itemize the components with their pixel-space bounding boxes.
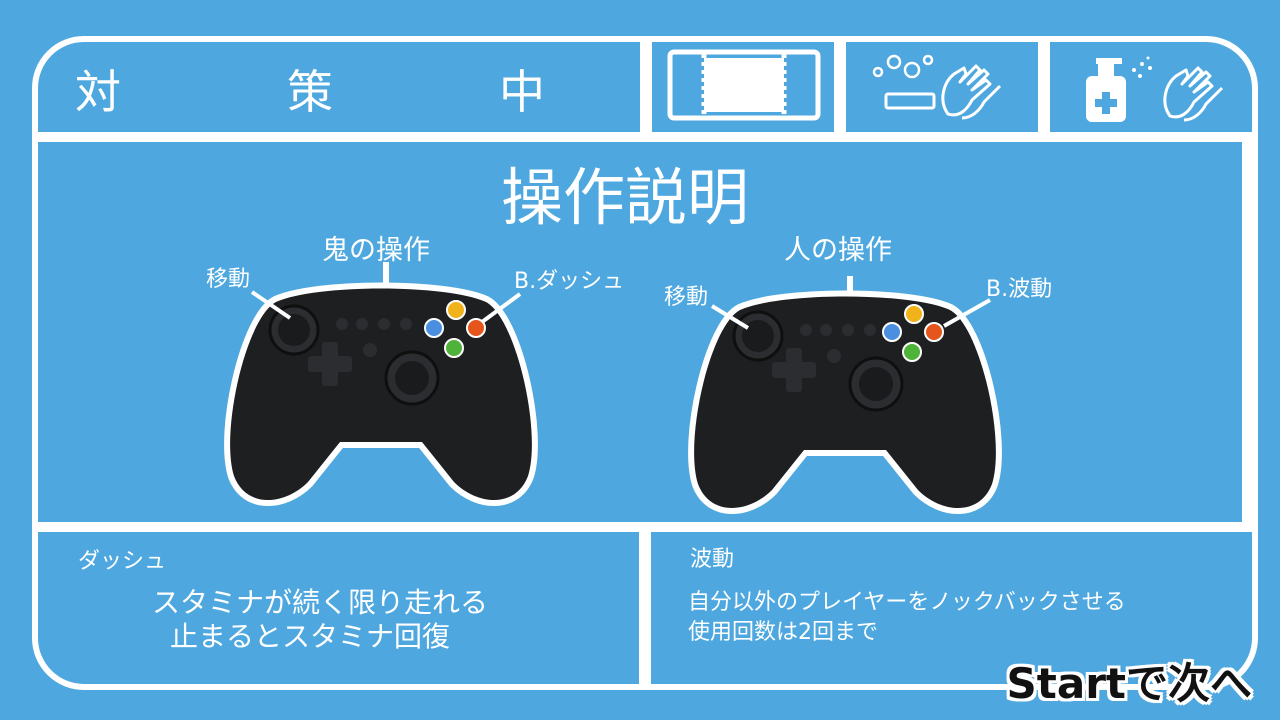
wave-line-2: 使用回数は2回まで [688,620,878,645]
wave-heading: 波動 [690,547,735,572]
start-hint: Startで次へ [1006,659,1252,708]
dash-line-2: 止まるとスタミナ回復 [170,620,451,653]
dash-line-1: スタミナが続く限り走れる [152,586,489,619]
human-move-pointer [710,304,750,330]
oni-move-pointer [250,290,292,320]
human-b-pointer [943,298,991,328]
oni-b-pointer [480,292,522,324]
dash-heading: ダッシュ [78,549,167,574]
wave-line-1: 自分以外のプレイヤーをノックバックさせる [688,590,1126,615]
